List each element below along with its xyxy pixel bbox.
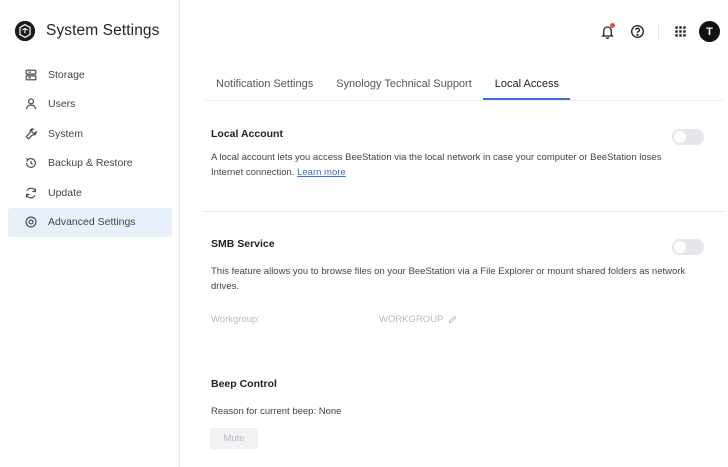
local-account-description-text: A local account lets you access BeeStati… [211,152,662,178]
help-icon[interactable] [628,23,646,41]
beep-control-section: Beep Control Reason for current beep: No… [211,378,711,419]
sidebar-item-advanced-settings[interactable]: Advanced Settings [8,207,172,237]
workgroup-value-text: WORKGROUP [379,314,444,325]
backup-restore-icon [24,156,38,170]
tab-local-access[interactable]: Local Access [482,72,570,100]
smb-service-section: SMB Service This feature allows you to b… [211,238,711,294]
advanced-settings-icon [24,215,38,229]
update-icon [24,186,38,200]
smb-service-title: SMB Service [211,238,275,250]
apps-grid-icon[interactable] [671,23,689,41]
user-icon [24,97,38,111]
settings-tabs: Notification Settings Synology Technical… [204,72,570,100]
header-actions: T [586,21,720,42]
workgroup-value[interactable]: WORKGROUP [379,314,457,325]
local-account-section: Local Account A local account lets you a… [211,128,711,180]
sidebar-item-label: Backup & Restore [48,157,133,170]
local-account-description: A local account lets you access BeeStati… [211,150,696,180]
sidebar-nav: Storage Users System Backup & Restore Up… [8,60,172,237]
workgroup-row: Workgroup: WORKGROUP [211,314,457,325]
mute-button[interactable]: Mute [210,428,258,449]
tabs-underline [204,100,724,101]
learn-more-link[interactable]: Learn more [297,167,346,178]
user-avatar[interactable]: T [699,21,720,42]
tab-notification-settings[interactable]: Notification Settings [204,72,324,100]
app-title: System Settings [46,22,160,39]
beestation-logo-icon [14,20,36,42]
local-account-toggle[interactable] [672,129,704,145]
storage-icon [24,68,38,82]
sidebar-item-backup-restore[interactable]: Backup & Restore [8,149,172,179]
notification-bell-icon[interactable] [598,22,616,41]
smb-service-toggle[interactable] [672,239,704,255]
sidebar-item-system[interactable]: System [8,119,172,149]
section-divider [204,211,724,212]
sidebar: System Settings Storage Users System Bac… [0,0,180,467]
workgroup-label: Workgroup: [211,314,260,325]
sidebar-item-label: Update [48,186,82,199]
sidebar-item-users[interactable]: Users [8,90,172,120]
sidebar-item-label: Storage [48,68,85,81]
app-brand: System Settings [14,20,160,42]
notification-badge [610,22,615,28]
local-account-title: Local Account [211,128,283,140]
sidebar-item-label: Users [48,98,76,111]
sidebar-item-update[interactable]: Update [8,178,172,208]
pencil-icon [449,315,457,324]
beep-reason-text: Reason for current beep: None [211,406,342,417]
wrench-icon [24,127,38,141]
beep-control-title: Beep Control [211,378,277,390]
tab-synology-technical-support[interactable]: Synology Technical Support [324,72,483,100]
sidebar-item-label: Advanced Settings [48,216,136,229]
sidebar-item-label: System [48,127,84,140]
sidebar-item-storage[interactable]: Storage [8,60,172,90]
smb-service-description: This feature allows you to browse files … [211,266,686,292]
header-separator [658,23,659,40]
